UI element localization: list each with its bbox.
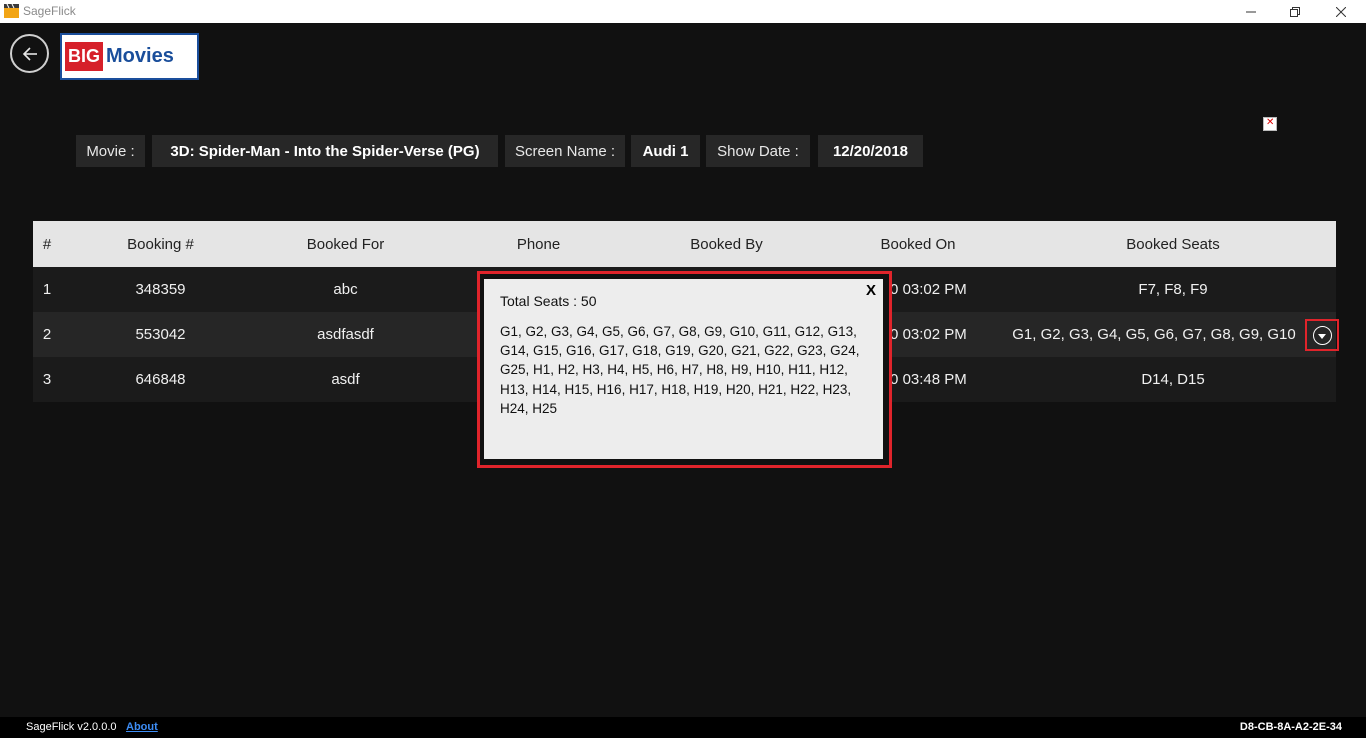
mac-address: D8-CB-8A-A2-2E-34: [1239, 721, 1342, 733]
cell-booked-seats: G1, G2, G3, G4, G5, G6, G7, G8, G9, G10: [1012, 326, 1296, 343]
minimize-button[interactable]: [1228, 0, 1274, 23]
show-date-label: Show Date :: [706, 135, 810, 167]
back-arrow-icon: [22, 46, 37, 61]
cell-booked-for: abc: [333, 281, 358, 298]
table-header: # Booking # Booked For Phone Booked By B…: [33, 221, 1336, 267]
cell-booked-seats: F7, F8, F9: [1138, 281, 1208, 298]
logo-movies-text: Movies: [106, 45, 174, 67]
cell-booked-for: asdfasdf: [317, 326, 374, 343]
movie-label: Movie :: [76, 135, 145, 167]
popup-seat-list: G1, G2, G3, G4, G5, G6, G7, G8, G9, G10,…: [500, 324, 860, 416]
restore-button[interactable]: [1272, 0, 1318, 23]
close-icon: [1336, 6, 1346, 17]
broken-image-icon: [1263, 117, 1277, 131]
cell-booking-number: 348359: [135, 281, 186, 298]
screen-name-label: Screen Name :: [505, 135, 625, 167]
popup-total-seats: Total Seats : 50: [500, 293, 597, 309]
header-index: #: [42, 235, 52, 253]
movie-value: 3D: Spider-Man - Into the Spider-Verse (…: [152, 135, 498, 167]
logo-big-text: BIG: [65, 42, 104, 71]
status-bar: SageFlick v2.0.0.0 About D8-CB-8A-A2-2E-…: [0, 717, 1366, 738]
cell-index: 1: [42, 281, 52, 298]
popup-close-button[interactable]: X: [866, 282, 876, 299]
header-booked-for: Booked For: [306, 235, 385, 253]
big-movies-logo: BIG Movies: [60, 33, 199, 80]
chevron-down-icon: [1312, 325, 1332, 345]
cell-booked-seats: D14, D15: [1141, 371, 1205, 388]
header-booked-on: Booked On: [880, 235, 956, 253]
cell-booking-number: 646848: [135, 371, 186, 388]
cell-booking-number: 553042: [135, 326, 186, 343]
cell-booked-for: asdf: [331, 371, 360, 388]
version-text: SageFlick v2.0.0.0: [26, 721, 117, 733]
cell-index: 2: [42, 326, 52, 343]
seats-popup: Total Seats : 50 X G1, G2, G3, G4, G5, G…: [484, 279, 883, 459]
app-icon: [4, 4, 19, 18]
header-booked-by: Booked By: [690, 235, 763, 253]
close-window-button[interactable]: [1318, 0, 1364, 23]
seats-popup-highlight: Total Seats : 50 X G1, G2, G3, G4, G5, G…: [477, 271, 892, 468]
minimize-icon: [1246, 11, 1256, 12]
header-booking-number: Booking #: [127, 235, 194, 253]
header-booked-seats: Booked Seats: [1126, 235, 1220, 253]
about-link[interactable]: About: [126, 721, 158, 733]
restore-icon: [1290, 6, 1300, 17]
header-phone: Phone: [516, 235, 561, 253]
show-date-value: 12/20/2018: [818, 135, 923, 167]
expand-seats-button[interactable]: [1305, 319, 1339, 351]
back-button[interactable]: [10, 34, 49, 73]
window-title: SageFlick: [23, 4, 76, 18]
window-titlebar: SageFlick: [0, 0, 1366, 23]
screen-name-value: Audi 1: [631, 135, 700, 167]
cell-index: 3: [42, 371, 52, 388]
